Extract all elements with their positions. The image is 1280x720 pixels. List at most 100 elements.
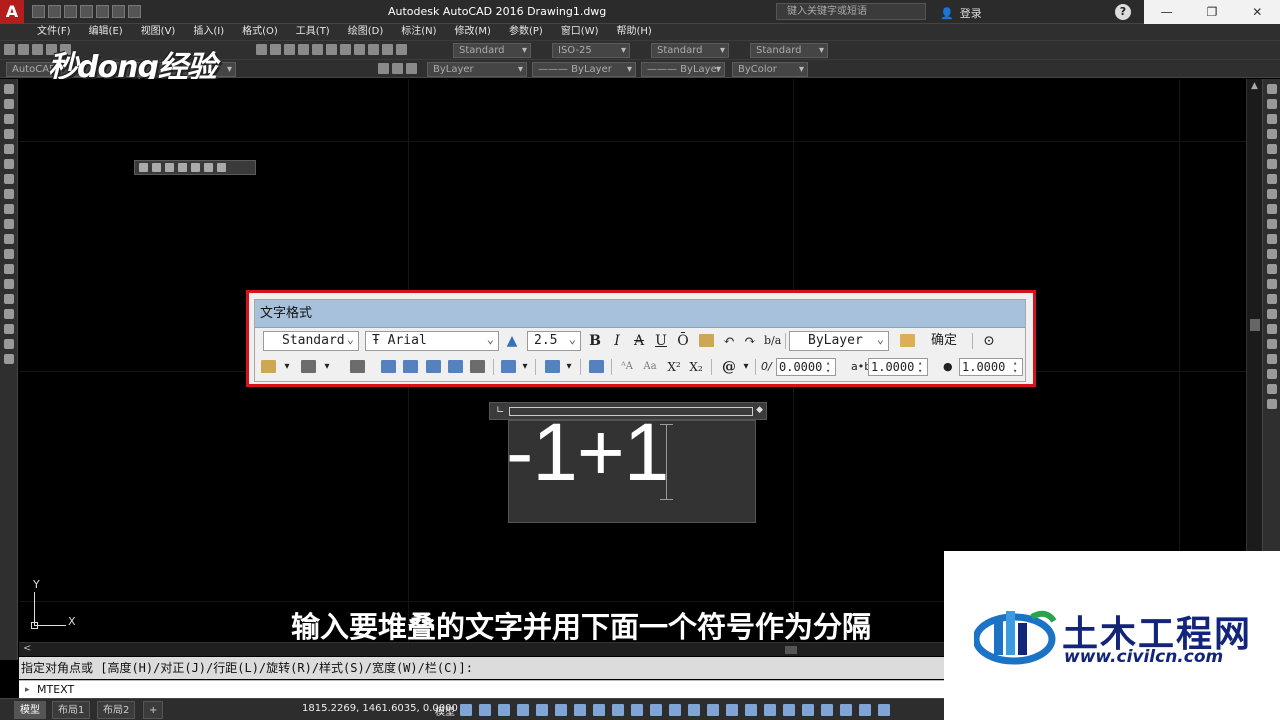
menu-format[interactable]: 格式(O) [242, 24, 278, 40]
osnap-icon[interactable] [612, 704, 624, 716]
tab-marker-icon[interactable]: ∟ [496, 405, 504, 416]
menu-view[interactable]: 视图(V) [141, 24, 176, 40]
model-space-button[interactable]: 模型 [435, 703, 455, 718]
rectangle-icon[interactable] [3, 144, 14, 154]
stack-fraction-icon[interactable]: b/a [764, 332, 781, 350]
save-as-icon[interactable] [80, 5, 93, 18]
symbol-button[interactable]: @ [721, 358, 737, 376]
snap-icon[interactable] [479, 704, 491, 716]
subscript-icon[interactable]: X₂ [688, 358, 704, 376]
zoom-previous-icon[interactable] [298, 44, 309, 55]
sheet-set-icon[interactable] [354, 44, 365, 55]
layer-select[interactable]: ByLayer [427, 62, 527, 77]
line-spacing-dropdown-icon[interactable]: ▾ [517, 358, 533, 376]
autocad-logo-icon[interactable]: A [0, 0, 24, 24]
design-center-icon[interactable] [326, 44, 337, 55]
region-icon[interactable] [3, 324, 14, 334]
overline-button[interactable]: Ō [675, 332, 691, 350]
underline-button[interactable]: U [653, 332, 669, 350]
menu-dimension[interactable]: 标注(N) [401, 24, 436, 40]
table-icon[interactable] [3, 339, 14, 349]
scroll-thumb[interactable] [1250, 319, 1260, 331]
explode-icon[interactable] [1266, 309, 1277, 319]
gradient-icon[interactable] [3, 309, 14, 319]
annotative-icon[interactable]: ▲ [504, 332, 520, 350]
tracking-input[interactable]: 1.0000 [868, 358, 928, 376]
superscript-icon[interactable]: X² [666, 358, 682, 376]
help-toolbar-icon[interactable] [396, 44, 407, 55]
text-color-combo[interactable]: ByLayer [789, 330, 889, 351]
view-front-icon[interactable] [165, 163, 174, 172]
command-line[interactable]: ▸ MTEXT [19, 680, 944, 698]
align-right-icon[interactable] [426, 360, 441, 373]
selection-cycling-icon[interactable] [669, 704, 681, 716]
offset-icon[interactable] [1266, 129, 1277, 139]
point-icon[interactable] [3, 279, 14, 289]
layer-previous-icon[interactable] [406, 63, 417, 74]
font-combo[interactable]: Ŧ Arial [365, 330, 499, 351]
ruler-icon[interactable] [900, 334, 915, 347]
grid-icon[interactable] [460, 704, 472, 716]
line-icon[interactable] [3, 84, 14, 94]
clean-screen-icon[interactable] [859, 704, 871, 716]
redo-text-icon[interactable]: ↷ [742, 332, 758, 350]
align-left-icon[interactable] [381, 360, 396, 373]
numbering-icon[interactable] [545, 360, 560, 373]
rotate-icon[interactable] [1266, 174, 1277, 184]
paragraph-icon[interactable] [350, 360, 365, 373]
text-style-select[interactable]: Standard [453, 43, 531, 58]
undo-text-icon[interactable]: ↶ [721, 332, 737, 350]
save-icon[interactable] [64, 5, 77, 18]
array-icon[interactable] [1266, 144, 1277, 154]
symbol-dropdown-icon[interactable]: ▾ [738, 358, 754, 376]
open-icon[interactable] [48, 5, 61, 18]
quick-properties-icon[interactable] [783, 704, 795, 716]
tool-palette-icon[interactable] [340, 44, 351, 55]
save-file-icon[interactable] [32, 44, 43, 55]
hscroll-thumb[interactable] [785, 646, 797, 654]
3d-osnap-icon[interactable] [688, 704, 700, 716]
lowercase-icon[interactable]: Aa [642, 358, 658, 376]
mtext-content[interactable]: -1+1 [506, 408, 669, 498]
tab-layout1[interactable]: 布局1 [52, 701, 91, 719]
isolate-icon[interactable] [821, 704, 833, 716]
view-right-icon[interactable] [191, 163, 200, 172]
text-style-combo[interactable]: Standard [263, 330, 359, 351]
table-style-select[interactable]: Standard [651, 43, 729, 58]
login-link[interactable]: 登录 [960, 5, 982, 21]
help-icon[interactable]: ? [1115, 4, 1131, 20]
isodraft-icon[interactable] [574, 704, 586, 716]
annotation-scale-icon[interactable] [707, 704, 719, 716]
options-icon[interactable]: ⊙ [981, 332, 997, 350]
mtext-justify-icon[interactable] [301, 360, 316, 373]
calculator-icon[interactable] [382, 44, 393, 55]
polar-icon[interactable] [555, 704, 567, 716]
zoom-window-icon[interactable] [284, 44, 295, 55]
revcloud-icon[interactable] [3, 189, 14, 199]
workspace-icon[interactable] [726, 704, 738, 716]
join-icon[interactable] [1266, 264, 1277, 274]
fillet-icon[interactable] [1266, 294, 1277, 304]
zoom-icon[interactable] [270, 44, 281, 55]
login-area[interactable]: 👤 登录 [940, 5, 982, 21]
dim-arc-icon[interactable] [1266, 354, 1277, 364]
horizontal-scrollbar[interactable]: < [19, 642, 944, 656]
tab-layout2[interactable]: 布局2 [97, 701, 136, 719]
lineweight-select[interactable]: ——— ByLayer [641, 62, 725, 77]
menu-insert[interactable]: 插入(I) [193, 24, 224, 40]
columns-dropdown-icon[interactable]: ▾ [279, 358, 295, 376]
bold-button[interactable]: B [587, 332, 603, 350]
extend-icon[interactable] [1266, 234, 1277, 244]
new-icon[interactable] [32, 5, 45, 18]
scroll-up-icon[interactable]: ▲ [1251, 81, 1258, 91]
justify-dropdown-icon[interactable]: ▾ [319, 358, 335, 376]
circle-icon[interactable] [3, 174, 14, 184]
trim-icon[interactable] [1266, 219, 1277, 229]
italic-button[interactable]: I [609, 332, 625, 350]
erase-icon[interactable] [1266, 84, 1277, 94]
menu-help[interactable]: 帮助(H) [617, 24, 652, 40]
oblique-angle-input[interactable]: 0.0000 [776, 358, 836, 376]
dim-diameter-icon[interactable] [1266, 384, 1277, 394]
insert-field-icon[interactable] [589, 360, 604, 373]
open-file-icon[interactable] [18, 44, 29, 55]
